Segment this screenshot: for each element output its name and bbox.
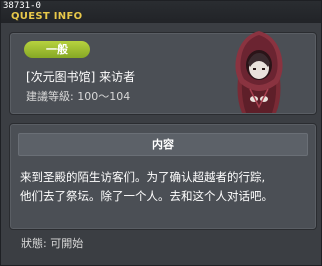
description-line: 他们去了祭坛。除了一个人。去和这个人对话吧。 (20, 189, 273, 203)
hooded-figure-icon (235, 31, 283, 113)
quest-id: 38731-0 (3, 1, 41, 11)
title-bar[interactable]: 38731-0 QUEST INFO (1, 1, 321, 23)
quest-title: [次元图书馆] 来访者 (26, 70, 136, 84)
category-badge: 一般 (24, 41, 90, 58)
quest-content-panel: 内容 来到圣殿的陌生访客们。为了确认超越者的行踪, 他们去了祭坛。除了一个人。去… (9, 123, 317, 230)
quest-status: 狀態: 可開始 (21, 237, 84, 250)
window-title: QUEST INFO (11, 11, 83, 22)
quest-description: 来到圣殿的陌生访客们。为了确认超越者的行踪, 他们去了祭坛。除了一个人。去和这个… (20, 168, 310, 206)
description-line: 来到圣殿的陌生访客们。为了确认超越者的行踪, (20, 170, 266, 184)
level-requirement: 建議等級: 100～104 (26, 90, 131, 103)
quest-header-panel: 一般 [次元图书馆] 来访者 建議等級: 100～104 (9, 31, 317, 115)
quest-info-window: 38731-0 QUEST INFO 一般 [次元图书馆] 来访者 建議等級: … (0, 0, 322, 266)
content-header: 内容 (18, 133, 308, 156)
